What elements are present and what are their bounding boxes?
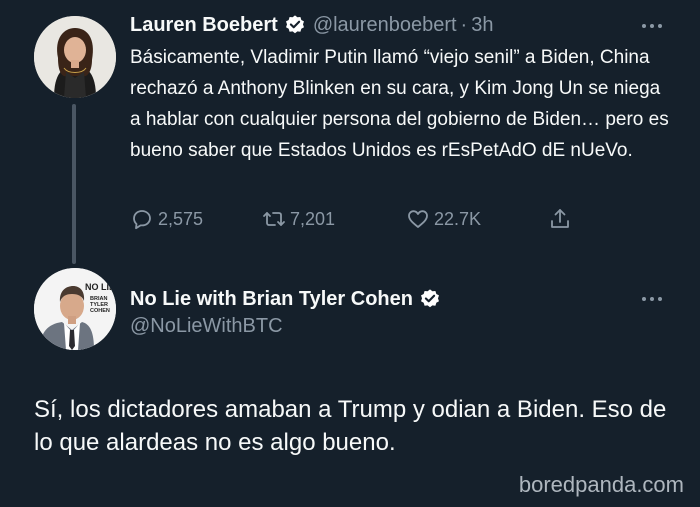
avatar-portrait-image [34, 16, 116, 98]
tweet-lauren-boebert[interactable]: Lauren Boebert @laurenboebert · 3h Básic… [0, 0, 700, 264]
verified-badge-icon [421, 289, 439, 308]
source-watermark: boredpanda.com [518, 472, 684, 497]
thread-connector-line [72, 104, 76, 264]
like-count: 22.7K [434, 208, 482, 229]
author-handle[interactable]: @NoLieWithBTC [130, 315, 283, 338]
share-button[interactable] [548, 204, 576, 234]
tweet-text: Sí, los dictadores amaban a Trump y odia… [34, 396, 667, 456]
like-icon [408, 210, 428, 228]
avatar-portrait-image: NO LIE BRIAN TYLER COHEN [34, 268, 116, 350]
avatar-no-lie-btc[interactable]: NO LIE BRIAN TYLER COHEN [34, 268, 116, 350]
tweet-timestamp[interactable]: 3h [471, 14, 493, 37]
tweet-header: Lauren Boebert @laurenboebert · 3h [130, 10, 493, 40]
reply-button[interactable]: 2,575 [130, 204, 203, 234]
share-icon [551, 209, 569, 228]
author-handle[interactable]: @laurenboebert [313, 14, 457, 37]
reply-icon [133, 210, 151, 230]
svg-text:COHEN: COHEN [90, 308, 110, 314]
retweet-button[interactable]: 7,201 [262, 204, 335, 234]
reply-count: 2,575 [158, 208, 204, 229]
tweet-text: Básicamente, Vladimir Putin llamó “viejo… [130, 47, 669, 161]
like-button[interactable]: 22.7K [406, 204, 481, 234]
separator-dot: · [460, 13, 468, 36]
retweet-icon [263, 212, 285, 226]
author-name[interactable]: No Lie with Brian Tyler Cohen [130, 288, 413, 311]
tweet-header: No Lie with Brian Tyler Cohen [130, 284, 441, 314]
avatar-lauren-boebert[interactable] [34, 16, 116, 98]
more-options-icon[interactable] [642, 297, 662, 301]
verified-badge-icon [285, 15, 304, 34]
author-name[interactable]: Lauren Boebert [130, 14, 278, 37]
more-options-icon[interactable] [642, 24, 662, 28]
tweet-actions: 2,575 7,201 22.7K [130, 204, 590, 234]
retweet-count: 7,201 [290, 208, 336, 229]
